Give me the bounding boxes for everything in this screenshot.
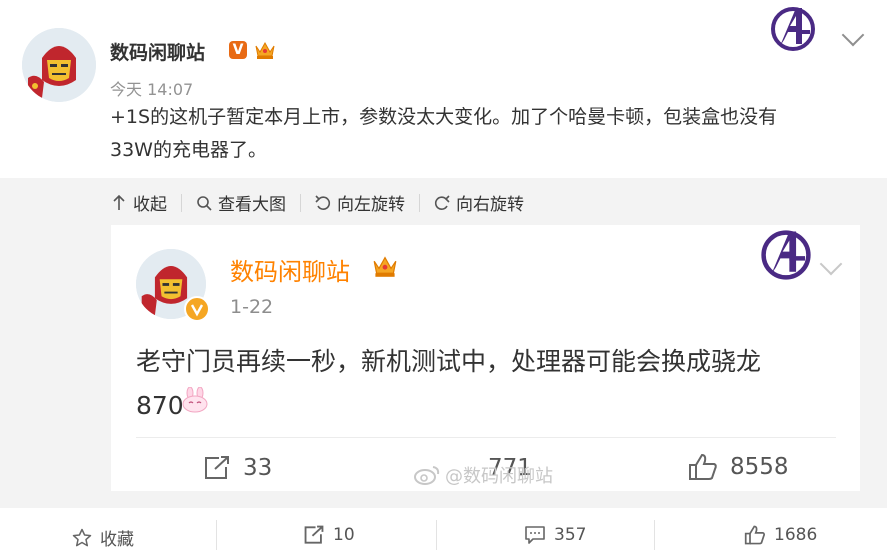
view-large-label: 查看大图 (218, 195, 286, 215)
repost-icon (205, 456, 229, 479)
avatar[interactable] (22, 28, 96, 102)
thumbs-up-icon (744, 525, 765, 545)
watermark-text: @数码闲聊站 (445, 466, 553, 487)
repost-button[interactable]: 10 (303, 525, 355, 545)
bottom-divider (654, 520, 655, 550)
comment-icon (525, 526, 545, 544)
rotate-left-button[interactable]: 向左旋转 (315, 190, 405, 215)
media-toolbar: 收起 查看大图 向左旋转 向右旋转 (111, 190, 524, 215)
quoted-text: 老守门员再续一秒，新机测试中，处理器可能会换成骁龙 870 (136, 347, 762, 420)
bottom-divider (436, 520, 437, 550)
iron-man-avatar-icon (22, 28, 96, 102)
comment-count: 357 (554, 525, 587, 545)
quoted-time: 1-22 (230, 296, 274, 318)
rotate-left-label: 向左旋转 (337, 195, 405, 215)
toolbar-divider (181, 193, 182, 212)
card-divider (136, 437, 836, 438)
bottom-divider (216, 520, 217, 550)
member-crown-icon (371, 254, 399, 282)
quoted-reposts: 33 (203, 455, 272, 481)
favorite-button[interactable]: 收藏 (72, 525, 134, 550)
username[interactable]: 数码闲聊站 (110, 38, 205, 65)
favorite-label: 收藏 (100, 530, 134, 550)
member-crown-icon[interactable] (254, 40, 276, 59)
star-icon (72, 528, 92, 546)
more-options-chevron-icon[interactable] (841, 23, 865, 47)
toolbar-divider (419, 193, 420, 212)
quoted-username: 数码闲聊站 (230, 258, 350, 286)
quoted-reposts-count: 33 (243, 455, 273, 481)
collapse-button[interactable]: 收起 (111, 190, 167, 215)
thumbs-up-icon (689, 453, 717, 480)
repost-icon (304, 525, 324, 544)
bunny-emoji-icon (180, 386, 210, 417)
arrow-up-icon (113, 194, 125, 210)
post-text: +1S的这机子暂定本月上市，参数没太大变化。加了个哈曼卡顿，包装盒也没有 33W… (110, 106, 778, 161)
comment-button[interactable]: 357 (524, 525, 586, 545)
image-watermark: @数码闲聊站 (413, 462, 553, 488)
weibo-logo-icon (414, 466, 440, 485)
rotate-right-icon (434, 194, 450, 210)
quoted-likes: 8558 (688, 453, 789, 481)
verified-badge: V (229, 41, 247, 59)
like-count: 1686 (774, 525, 818, 545)
search-icon (197, 195, 212, 211)
rotate-left-icon (315, 194, 331, 210)
avengers-logo-icon (768, 4, 818, 58)
quoted-likes-count: 8558 (730, 454, 789, 480)
verified-v-icon (184, 296, 210, 322)
view-large-button[interactable]: 查看大图 (196, 190, 286, 215)
toolbar-divider (300, 193, 301, 212)
rotate-right-label: 向右旋转 (456, 195, 524, 215)
collapse-label: 收起 (133, 195, 167, 215)
repost-count: 10 (333, 525, 355, 545)
avengers-logo-icon (758, 227, 814, 287)
rotate-right-button[interactable]: 向右旋转 (434, 190, 524, 215)
post-time[interactable]: 今天 14:07 (110, 76, 193, 100)
like-button[interactable]: 1686 (744, 525, 817, 545)
